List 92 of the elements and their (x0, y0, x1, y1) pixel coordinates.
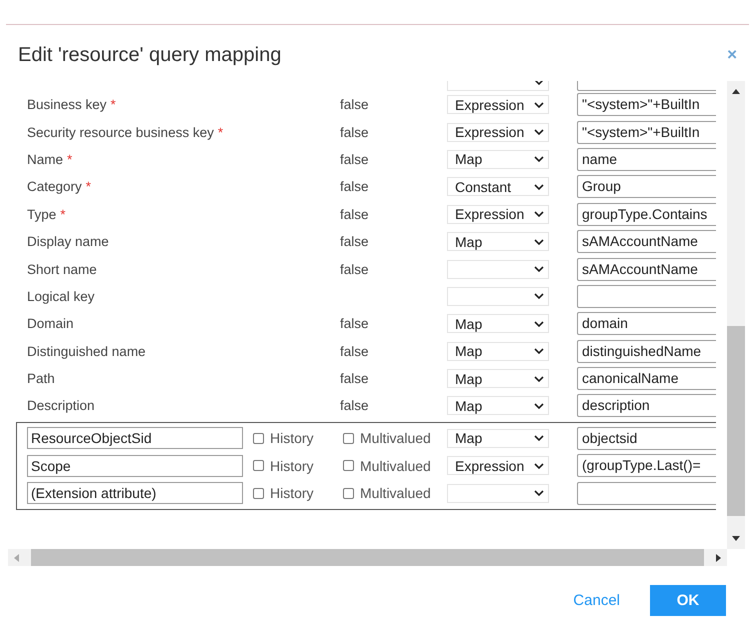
value-field[interactable]: sAMAccountName (577, 258, 716, 281)
mapping-select[interactable]: Map (447, 150, 549, 169)
chevron-down-icon (534, 402, 544, 409)
chevron-down-icon (534, 435, 544, 442)
value-field[interactable]: distinguishedName (577, 340, 716, 363)
chevron-down-icon (534, 462, 544, 469)
mapping-select[interactable]: Map (447, 428, 549, 448)
history-value: false (340, 371, 369, 386)
attribute-label: Business key * (26, 97, 117, 112)
history-value: false (340, 398, 369, 414)
scroll-down-icon[interactable] (732, 536, 740, 541)
value-field[interactable] (577, 482, 716, 505)
history-label: History (270, 485, 314, 502)
chevron-down-icon (534, 102, 544, 108)
vertical-scrollbar[interactable] (727, 81, 745, 549)
value-field[interactable]: objectsid (577, 426, 716, 450)
multivalued-label: Multivalued (360, 458, 431, 474)
mapping-select[interactable]: Map (447, 396, 549, 416)
attribute-label: Logical key (26, 288, 96, 304)
multivalued-checkbox[interactable] (343, 432, 354, 444)
chevron-down-icon (534, 184, 544, 190)
attribute-label: Security resource business key * (26, 124, 224, 140)
mapping-select[interactable]: Constant (447, 177, 549, 196)
history-value: false (340, 179, 369, 194)
history-value: false (340, 124, 369, 140)
attribute-label: Display name (26, 234, 110, 250)
mapping-select[interactable]: Expression (447, 456, 549, 476)
value-field[interactable]: name (577, 148, 716, 171)
history-value: false (340, 234, 369, 250)
multivalued-checkbox[interactable] (343, 488, 354, 499)
attribute-label: Short name (26, 262, 98, 277)
attribute-label: Category * (26, 179, 92, 194)
attribute-label: Domain (26, 316, 75, 332)
value-field[interactable]: canonicalName (577, 367, 716, 390)
multivalued-checkbox[interactable] (343, 460, 354, 472)
chevron-down-icon (534, 320, 544, 327)
history-value: false (340, 206, 369, 222)
attribute-label: Name * (26, 152, 74, 167)
value-field[interactable]: groupType.Contains (577, 202, 716, 226)
chevron-down-icon (534, 238, 544, 245)
required-marker: * (218, 124, 224, 140)
attribute-label: Distinguished name (26, 344, 147, 359)
value-field[interactable]: domain (577, 312, 716, 336)
value-field[interactable]: "<system>"+BuiltIn (577, 120, 716, 144)
chevron-down-icon (534, 156, 544, 162)
scroll-up-icon[interactable] (732, 89, 740, 94)
mapping-select[interactable]: Map (447, 369, 549, 388)
mapping-select[interactable]: Expression (447, 122, 549, 142)
value-field[interactable]: Group (577, 175, 716, 198)
history-checkbox[interactable] (253, 488, 264, 499)
history-checkbox[interactable] (253, 432, 264, 444)
required-marker: * (110, 97, 116, 112)
value-field[interactable]: sAMAccountName (577, 230, 716, 254)
history-value: false (340, 344, 369, 359)
mapping-select[interactable]: Expression (447, 95, 549, 114)
attribute-name-field[interactable]: ResourceObjectSid (27, 427, 243, 450)
chevron-down-icon (534, 376, 544, 382)
scroll-right-icon[interactable] (716, 554, 721, 562)
value-field[interactable]: (groupType.Last()= (577, 454, 716, 478)
required-marker: * (60, 206, 66, 222)
history-value: false (340, 262, 369, 277)
history-checkbox[interactable] (253, 460, 264, 472)
mapping-select[interactable]: Map (447, 232, 549, 252)
value-field[interactable] (577, 284, 716, 308)
history-label: History (270, 458, 314, 474)
history-value: false (340, 152, 369, 167)
value-field[interactable]: description (577, 394, 716, 418)
scrollbar-thumb[interactable] (727, 326, 745, 516)
required-marker: * (67, 152, 72, 167)
history-value: false (340, 316, 369, 332)
history-value: false (340, 97, 369, 112)
multivalued-label: Multivalued (360, 430, 431, 446)
chevron-down-icon (534, 211, 544, 218)
history-label: History (270, 430, 314, 446)
mapping-select[interactable]: Map (447, 314, 549, 334)
chevron-down-icon (534, 348, 544, 354)
attribute-name-field[interactable]: (Extension attribute) (27, 482, 243, 504)
multivalued-label: Multivalued (360, 485, 431, 502)
dialog-title: Edit 'resource' query mapping (18, 44, 282, 66)
attribute-label: Description (26, 398, 96, 414)
value-field[interactable]: "<system>"+BuiltIn (577, 93, 716, 116)
mapping-select[interactable]: Expression (447, 204, 549, 224)
attribute-name-field[interactable]: Scope (27, 454, 243, 477)
chevron-down-icon (534, 266, 544, 272)
mapping-select[interactable]: Map (447, 342, 549, 361)
chevron-down-icon (534, 129, 544, 136)
attribute-label: Type * (26, 206, 67, 222)
scroll-left-icon[interactable] (14, 554, 19, 562)
chevron-down-icon (534, 490, 544, 496)
chevron-down-icon (534, 293, 544, 300)
attribute-label: Path (26, 371, 56, 386)
required-marker: * (86, 179, 92, 194)
